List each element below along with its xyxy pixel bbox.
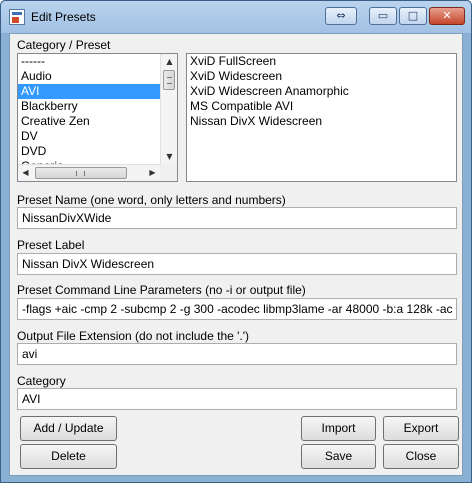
import-button[interactable]: Import — [301, 416, 376, 441]
category-listbox[interactable]: ------ Audio AVI Blackberry Creative Zen DV DV… — [17, 53, 178, 182]
category-input[interactable]: AVI — [17, 388, 457, 410]
category-list-item[interactable]: AVI — [18, 84, 177, 99]
category-list-item[interactable]: Blackberry — [18, 99, 177, 114]
scrollbar-corner — [160, 164, 177, 181]
edit-presets-window: Edit Presets ⇔ ▭ □ ✕ Category / Preset -… — [0, 0, 472, 483]
category-list-item[interactable]: Audio — [18, 69, 177, 84]
scroll-down-arrow-icon[interactable]: ▼ — [162, 149, 177, 164]
preset-list-item[interactable]: Nissan DivX Widescreen — [187, 114, 456, 129]
app-icon — [9, 9, 25, 25]
close-button[interactable]: Close — [383, 444, 459, 469]
vertical-scroll-thumb[interactable] — [163, 70, 175, 90]
command-line-input[interactable]: -flags +aic -cmp 2 -subcmp 2 -g 300 -aco… — [17, 298, 457, 320]
preset-listbox[interactable]: XviD FullScreen XviD Widescreen XviD Wides… — [186, 53, 457, 182]
window-title: Edit Presets — [31, 10, 96, 24]
category-items: ------ Audio AVI Blackberry Creative Zen DV DV… — [18, 54, 177, 174]
preset-list-item[interactable]: XviD Widescreen Anamorphic — [187, 84, 456, 99]
category-vertical-scrollbar[interactable]: ▲ ▼ — [160, 54, 177, 164]
category-label: Category — [17, 374, 66, 388]
category-list-item[interactable]: Creative Zen — [18, 114, 177, 129]
export-button[interactable]: Export — [383, 416, 459, 441]
minimize-button[interactable]: ▭ — [369, 7, 397, 25]
title-bar[interactable]: Edit Presets ⇔ ▭ □ ✕ — [1, 1, 471, 33]
command-line-label: Preset Command Line Parameters (no -i or… — [17, 283, 306, 297]
scroll-right-arrow-icon[interactable]: ▶ — [145, 165, 160, 180]
delete-button[interactable]: Delete — [20, 444, 117, 469]
dialog-client-area: Category / Preset ------ Audio AVI Blackber… — [9, 33, 463, 476]
category-list-item[interactable]: ------ — [18, 54, 177, 69]
maximize-button[interactable]: □ — [399, 7, 427, 25]
preset-list-item[interactable]: XviD FullScreen — [187, 54, 456, 69]
preset-label-input[interactable]: Nissan DivX Widescreen — [17, 253, 457, 275]
restore-button[interactable]: ⇔ — [325, 7, 357, 25]
add-update-button[interactable]: Add / Update — [20, 416, 117, 441]
preset-list-item[interactable]: XviD Widescreen — [187, 69, 456, 84]
category-horizontal-scrollbar[interactable]: ◀ ▶ — [18, 164, 160, 181]
category-preset-label: Category / Preset — [17, 38, 111, 52]
extension-input[interactable]: avi — [17, 343, 457, 365]
category-list-item[interactable]: DVD — [18, 144, 177, 159]
close-window-button[interactable]: ✕ — [429, 7, 465, 25]
preset-list-item[interactable]: MS Compatible AVI — [187, 99, 456, 114]
preset-name-label: Preset Name (one word, only letters and … — [17, 193, 286, 207]
save-button[interactable]: Save — [301, 444, 376, 469]
preset-name-input[interactable]: NissanDivXWide — [17, 207, 457, 229]
preset-items: XviD FullScreen XviD Widescreen XviD Wides… — [187, 54, 456, 129]
scroll-left-arrow-icon[interactable]: ◀ — [18, 165, 33, 180]
horizontal-scroll-thumb[interactable] — [35, 167, 127, 179]
extension-label: Output File Extension (do not include th… — [17, 329, 250, 343]
scroll-up-arrow-icon[interactable]: ▲ — [162, 54, 177, 69]
preset-label-label: Preset Label — [17, 238, 85, 252]
category-list-item[interactable]: DV — [18, 129, 177, 144]
